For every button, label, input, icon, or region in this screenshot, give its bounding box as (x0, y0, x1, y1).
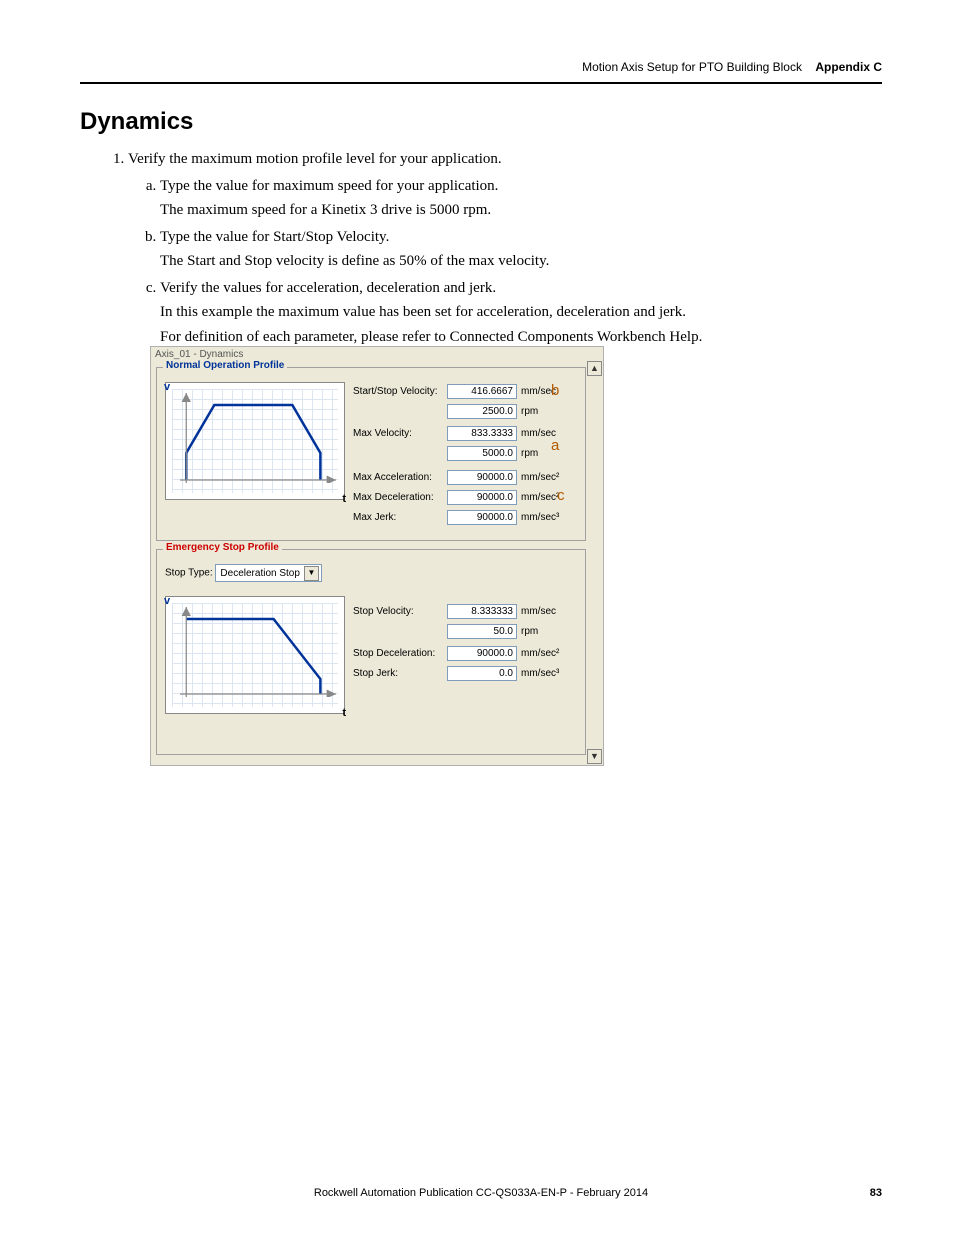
trapezoid-curve (180, 393, 336, 483)
ssv2-unit: rpm (521, 406, 571, 417)
mv-unit: mm/sec (521, 428, 571, 439)
emergency-profile-group: Emergency Stop Profile Stop Type: Decele… (156, 549, 586, 755)
scroll-down-icon[interactable]: ▼ (587, 749, 602, 764)
axis-t-label: t (342, 493, 346, 505)
axis-v-label: v (164, 595, 170, 607)
callout-c: c (557, 487, 565, 504)
step-a-desc: The maximum speed for a Kinetix 3 drive … (160, 199, 882, 222)
sd-label: Stop Deceleration: (353, 648, 447, 659)
sj-value[interactable]: 0.0 (447, 666, 517, 681)
decel-curve (180, 607, 336, 697)
mv-label: Max Velocity: (353, 428, 447, 439)
step-c-desc2: For definition of each parameter, please… (160, 326, 882, 349)
normal-profile-chart: v t (165, 382, 345, 500)
step-b: Type the value for Start/Stop Velocity. (160, 229, 389, 245)
sv-value[interactable]: 8.333333 (447, 604, 517, 619)
sj-unit: mm/sec³ (521, 668, 571, 679)
ma-unit: mm/sec² (521, 472, 571, 483)
sd-value[interactable]: 90000.0 (447, 646, 517, 661)
ssv-value[interactable]: 416.6667 (447, 384, 517, 399)
stop-type-label: Stop Type: (165, 568, 213, 579)
normal-profile-group: Normal Operation Profile v t Start/Stop … (156, 367, 586, 541)
callout-a: a (551, 437, 559, 454)
sv2-value[interactable]: 50.0 (447, 624, 517, 639)
header-title: Motion Axis Setup for PTO Building Block (582, 60, 802, 74)
md-label: Max Deceleration: (353, 492, 447, 503)
header-appendix: Appendix C (815, 60, 882, 74)
panel-title: Axis_01 - Dynamics (155, 349, 243, 360)
axis-v-label: v (164, 381, 170, 393)
page-number: 83 (870, 1187, 882, 1199)
dynamics-panel: Axis_01 - Dynamics ▲ ▼ Normal Operation … (150, 346, 604, 766)
mv2-unit: rpm (521, 448, 571, 459)
md-value[interactable]: 90000.0 (447, 490, 517, 505)
ssv2-value[interactable]: 2500.0 (447, 404, 517, 419)
mv-value[interactable]: 833.3333 (447, 426, 517, 441)
normal-profile-legend: Normal Operation Profile (163, 360, 287, 371)
header-rule (80, 82, 882, 84)
step-c: Verify the values for acceleration, dece… (160, 280, 496, 296)
mj-value[interactable]: 90000.0 (447, 510, 517, 525)
stop-type-dropdown[interactable]: Deceleration Stop ▼ (215, 564, 322, 582)
ma-value[interactable]: 90000.0 (447, 470, 517, 485)
callout-b: b (551, 382, 559, 399)
section-heading: Dynamics (80, 108, 193, 136)
emergency-profile-legend: Emergency Stop Profile (163, 542, 282, 553)
step-b-desc: The Start and Stop velocity is define as… (160, 250, 882, 273)
scroll-up-icon[interactable]: ▲ (587, 361, 602, 376)
page-header: Motion Axis Setup for PTO Building Block… (80, 60, 882, 80)
ma-label: Max Acceleration: (353, 472, 447, 483)
chevron-down-icon[interactable]: ▼ (304, 566, 319, 581)
ssv-unit: mm/sec (521, 386, 571, 397)
sd-unit: mm/sec² (521, 648, 571, 659)
stop-type-value: Deceleration Stop (218, 568, 302, 579)
sv-label: Stop Velocity: (353, 606, 447, 617)
mj-unit: mm/sec³ (521, 512, 571, 523)
step1: Verify the maximum motion profile level … (128, 151, 502, 167)
sv-unit: mm/sec (521, 606, 571, 617)
step-c-desc1: In this example the maximum value has be… (160, 301, 882, 324)
sj-label: Stop Jerk: (353, 668, 447, 679)
step-a: Type the value for maximum speed for you… (160, 178, 498, 194)
body-text: Verify the maximum motion profile level … (100, 148, 882, 352)
mj-label: Max Jerk: (353, 512, 447, 523)
stop-type-row: Stop Type: Deceleration Stop ▼ (165, 564, 322, 582)
mv2-value[interactable]: 5000.0 (447, 446, 517, 461)
footer-publication: Rockwell Automation Publication CC-QS033… (80, 1187, 882, 1199)
axis-t-label: t (342, 707, 346, 719)
sv2-unit: rpm (521, 626, 571, 637)
ssv-label: Start/Stop Velocity: (353, 386, 447, 397)
emergency-profile-chart: v t (165, 596, 345, 714)
